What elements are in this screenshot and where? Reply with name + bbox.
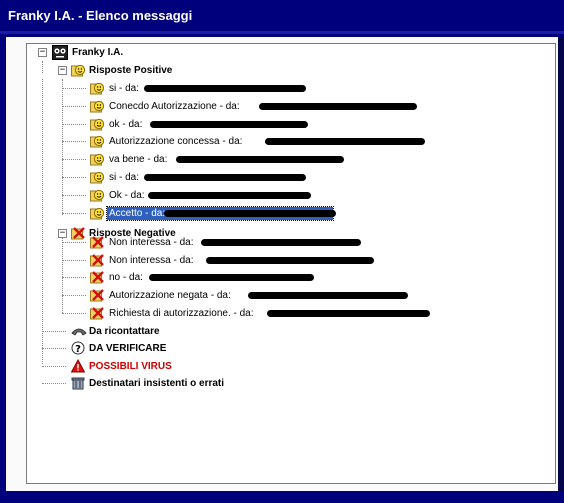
- tree-node-positive-group[interactable]: − Risposte Positive: [27, 62, 277, 79]
- tree-node-label: Franky I.A.: [72, 47, 124, 58]
- red-x-message-icon: [90, 271, 104, 284]
- message-item[interactable]: Richiesta di autorizzazione. - da:: [27, 305, 447, 322]
- message-label: Richiesta di autorizzazione. - da:: [109, 308, 254, 319]
- message-label: Non interessa - da:: [109, 255, 194, 266]
- redacted-sender: [206, 257, 374, 264]
- tree-node-label: DA VERIFICARE: [89, 343, 167, 354]
- message-item[interactable]: Autorizzazione concessa - da:: [27, 133, 447, 150]
- message-label: Autorizzazione concessa - da:: [109, 136, 243, 147]
- message-item[interactable]: Autorizzazione negata - da:: [27, 287, 427, 304]
- trash-icon: [71, 377, 85, 390]
- redacted-sender: [265, 138, 425, 145]
- message-label: va bene - da:: [109, 154, 168, 165]
- phone-icon: [71, 328, 87, 336]
- message-label: si - da:: [109, 172, 140, 183]
- message-item[interactable]: Non interessa - da:: [27, 252, 407, 269]
- message-item[interactable]: Non interessa - da:: [27, 234, 387, 251]
- message-label: Autorizzazione negata - da:: [109, 290, 231, 301]
- franky-logo-icon: [52, 45, 68, 60]
- message-item[interactable]: Ok - da:: [27, 187, 347, 204]
- window-title-bar[interactable]: Franky I.A. - Elenco messaggi: [0, 0, 564, 31]
- red-x-message-icon: [90, 307, 104, 320]
- tree-node-root[interactable]: − Franky I.A.: [27, 44, 227, 61]
- message-item[interactable]: no - da:: [27, 269, 327, 286]
- redacted-sender: [176, 156, 344, 163]
- redacted-sender: [148, 192, 311, 199]
- red-x-message-icon: [90, 289, 104, 302]
- message-item[interactable]: va bene - da:: [27, 151, 367, 168]
- smiley-message-icon: [90, 135, 104, 148]
- window-bottom-border: [0, 491, 564, 503]
- message-tree[interactable]: − Franky I.A. − Risposte Positive si - d…: [26, 43, 556, 484]
- message-label: Conecdo Autorizzazione - da:: [109, 101, 240, 112]
- smiley-message-icon: [90, 189, 104, 202]
- redacted-sender: [144, 85, 306, 92]
- message-label: no - da:: [109, 272, 143, 283]
- tree-node-label: POSSIBILI VIRUS: [89, 361, 172, 372]
- message-label: ok - da:: [109, 119, 143, 130]
- tree-node-destinatari-insistenti[interactable]: Destinatari insistenti o errati: [27, 375, 327, 392]
- svg-text:?: ?: [75, 344, 81, 355]
- redacted-sender: [150, 121, 308, 128]
- smiley-message-icon: [90, 118, 104, 131]
- redacted-sender: [259, 103, 417, 110]
- message-item[interactable]: ok - da:: [27, 116, 367, 133]
- redacted-sender: [144, 174, 306, 181]
- tree-node-da-ricontattare[interactable]: Da ricontattare: [27, 323, 277, 340]
- message-label: si - da:: [109, 83, 140, 94]
- message-item-selected[interactable]: Accetto - da:: [27, 205, 347, 222]
- redacted-sender: [164, 210, 336, 217]
- red-x-message-icon: [90, 236, 104, 249]
- collapse-toggle[interactable]: −: [58, 66, 67, 75]
- redacted-sender: [201, 239, 361, 246]
- redacted-sender: [267, 310, 430, 317]
- warning-icon: [71, 359, 85, 373]
- message-item[interactable]: si - da:: [27, 80, 387, 97]
- smiley-message-icon: [90, 100, 104, 113]
- message-item[interactable]: si - da:: [27, 169, 347, 186]
- message-item[interactable]: Conecdo Autorizzazione - da:: [27, 98, 447, 115]
- tree-node-possibili-virus[interactable]: POSSIBILI VIRUS: [27, 358, 277, 375]
- smiley-message-icon: [90, 207, 104, 220]
- collapse-toggle[interactable]: −: [38, 48, 47, 57]
- redacted-sender: [248, 292, 408, 299]
- smiley-message-icon: [90, 82, 104, 95]
- red-x-message-icon: [90, 254, 104, 267]
- smiley-message-icon: [90, 171, 104, 184]
- tree-node-label: Destinatari insistenti o errati: [89, 378, 225, 389]
- tree-node-label: Da ricontattare: [89, 326, 160, 337]
- message-label: Ok - da:: [109, 190, 145, 201]
- window-title: Franky I.A. - Elenco messaggi: [8, 8, 193, 23]
- tree-node-label: Risposte Positive: [89, 65, 173, 76]
- redacted-sender: [149, 274, 314, 281]
- message-label: Non interessa - da:: [109, 237, 194, 248]
- question-icon: ?: [71, 341, 85, 355]
- smiley-message-icon: [90, 153, 104, 166]
- smiley-folder-icon: [71, 64, 85, 77]
- tree-node-da-verificare[interactable]: ? DA VERIFICARE: [27, 340, 277, 357]
